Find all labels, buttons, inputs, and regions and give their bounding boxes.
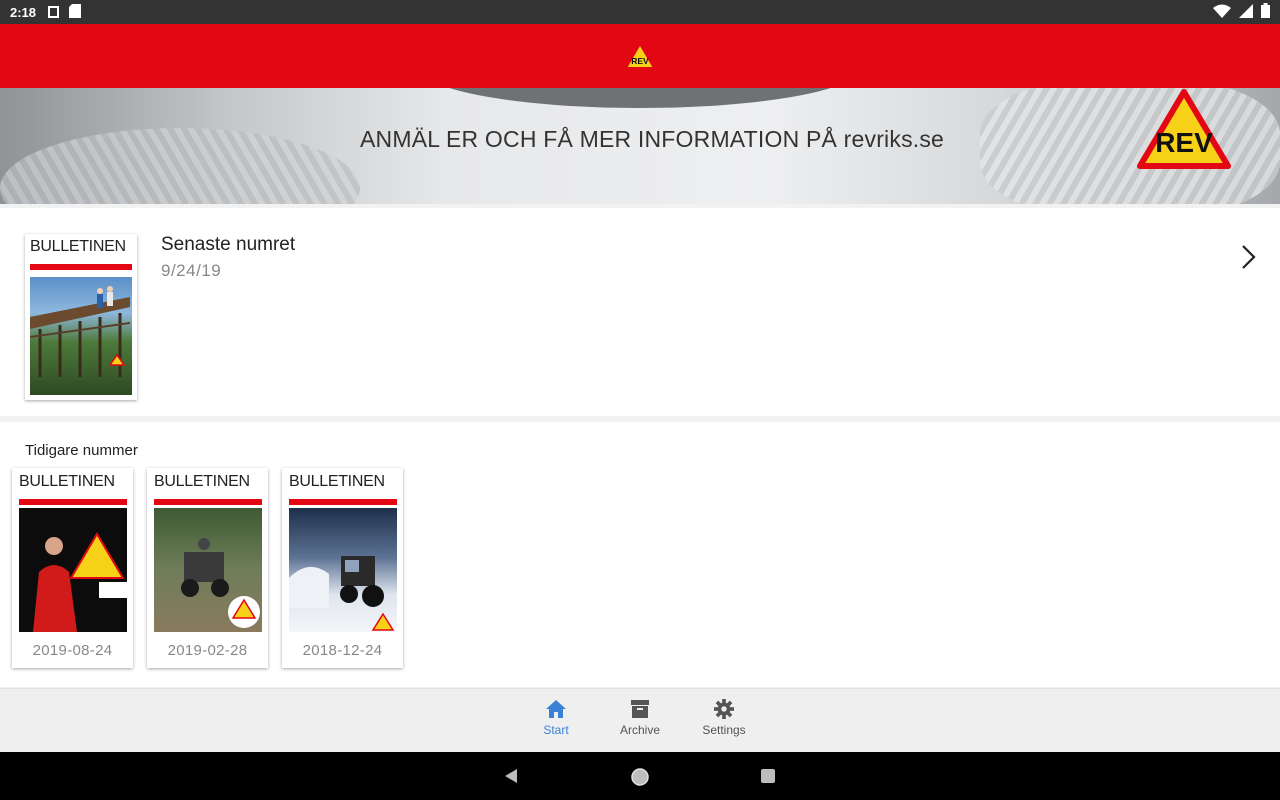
cover-subtitle-line [154, 491, 262, 497]
status-bar: 2:18 [0, 0, 1280, 24]
chevron-right-icon[interactable] [1236, 242, 1260, 272]
cover-photo-person [19, 508, 127, 632]
issue-card[interactable]: BULLETINEN 2018-12-24 [282, 468, 403, 668]
home-circle-icon[interactable] [630, 767, 650, 787]
cover-title: BULLETINEN [30, 238, 126, 255]
latest-issue-title: Senaste numret [161, 234, 296, 255]
cover-photo-bridge [30, 277, 132, 395]
magazine-cover: BULLETINEN [30, 239, 132, 395]
signal-icon [1239, 3, 1253, 21]
nav-label-archive: Archive [619, 723, 660, 737]
issue-date: 2019-02-28 [167, 642, 248, 659]
cover-red-bar [154, 499, 262, 505]
banner-text: ANMÄL ER OCH FÅ MER INFORMATION PÅ revri… [360, 126, 945, 152]
cover-red-bar [30, 264, 132, 270]
nav-tab-settings[interactable]: Settings [682, 699, 766, 737]
banner-logo-text: REV [1155, 127, 1213, 158]
sd-card-icon [69, 3, 82, 21]
cover-photo-atv [154, 508, 262, 632]
cover-subtitle-line [289, 491, 397, 497]
magazine-cover: BULLETINEN [154, 474, 262, 632]
nav-label-settings: Settings [702, 723, 746, 737]
latest-issue-card[interactable]: BULLETINEN Senaste numret 9/24/19 [0, 208, 1280, 416]
earlier-issues-heading: Tidigare nummer [25, 442, 138, 459]
system-navigation-bar [0, 752, 1280, 800]
appbar-logo-text: REV [631, 56, 649, 66]
cover-title: BULLETINEN [19, 473, 115, 490]
banner-cup-shape [420, 88, 860, 108]
bottom-navigation: Start Archive Settings [0, 688, 1280, 752]
home-icon [546, 700, 566, 718]
cover-photo-tractor [289, 508, 397, 632]
app-bar: REV [0, 24, 1280, 88]
issue-card[interactable]: BULLETINEN 2019-02-28 [147, 468, 268, 668]
latest-issue-date: 9/24/19 [161, 261, 222, 280]
recents-icon[interactable] [760, 768, 776, 784]
nav-tab-archive[interactable]: Archive [598, 699, 682, 737]
issue-card[interactable]: BULLETINEN 2019-08-24 [12, 468, 133, 668]
promo-banner[interactable]: ANMÄL ER OCH FÅ MER INFORMATION PÅ revri… [0, 88, 1280, 204]
cover-subtitle-line [19, 491, 127, 497]
cover-red-bar [19, 499, 127, 505]
earlier-issues-section: Tidigare nummer BULLETINEN 2019-08-24 BU… [0, 422, 1280, 687]
wifi-icon [1213, 4, 1231, 21]
nav-label-start: Start [543, 723, 569, 737]
magazine-cover: BULLETINEN [19, 474, 127, 632]
banner-rev-logo-icon: REV [1137, 89, 1231, 169]
cover-subtitle-line [30, 256, 132, 262]
battery-icon [1261, 3, 1270, 21]
cover-title: BULLETINEN [154, 473, 250, 490]
archive-icon [631, 700, 649, 718]
issue-date: 2019-08-24 [32, 642, 113, 659]
gear-icon [714, 699, 734, 719]
magazine-cover: BULLETINEN [289, 474, 397, 632]
rev-logo-icon: REV [625, 43, 655, 69]
nav-tab-start[interactable]: Start [514, 699, 598, 737]
issue-date: 2018-12-24 [302, 642, 383, 659]
status-time: 2:18 [10, 4, 37, 20]
latest-issue-cover[interactable]: BULLETINEN [25, 234, 137, 400]
banner-knit-right [980, 88, 1280, 204]
cover-title: BULLETINEN [289, 473, 385, 490]
back-icon[interactable] [503, 768, 519, 784]
cover-red-bar [289, 499, 397, 505]
banner-knit-left [0, 128, 360, 204]
notification-icon [48, 6, 60, 18]
